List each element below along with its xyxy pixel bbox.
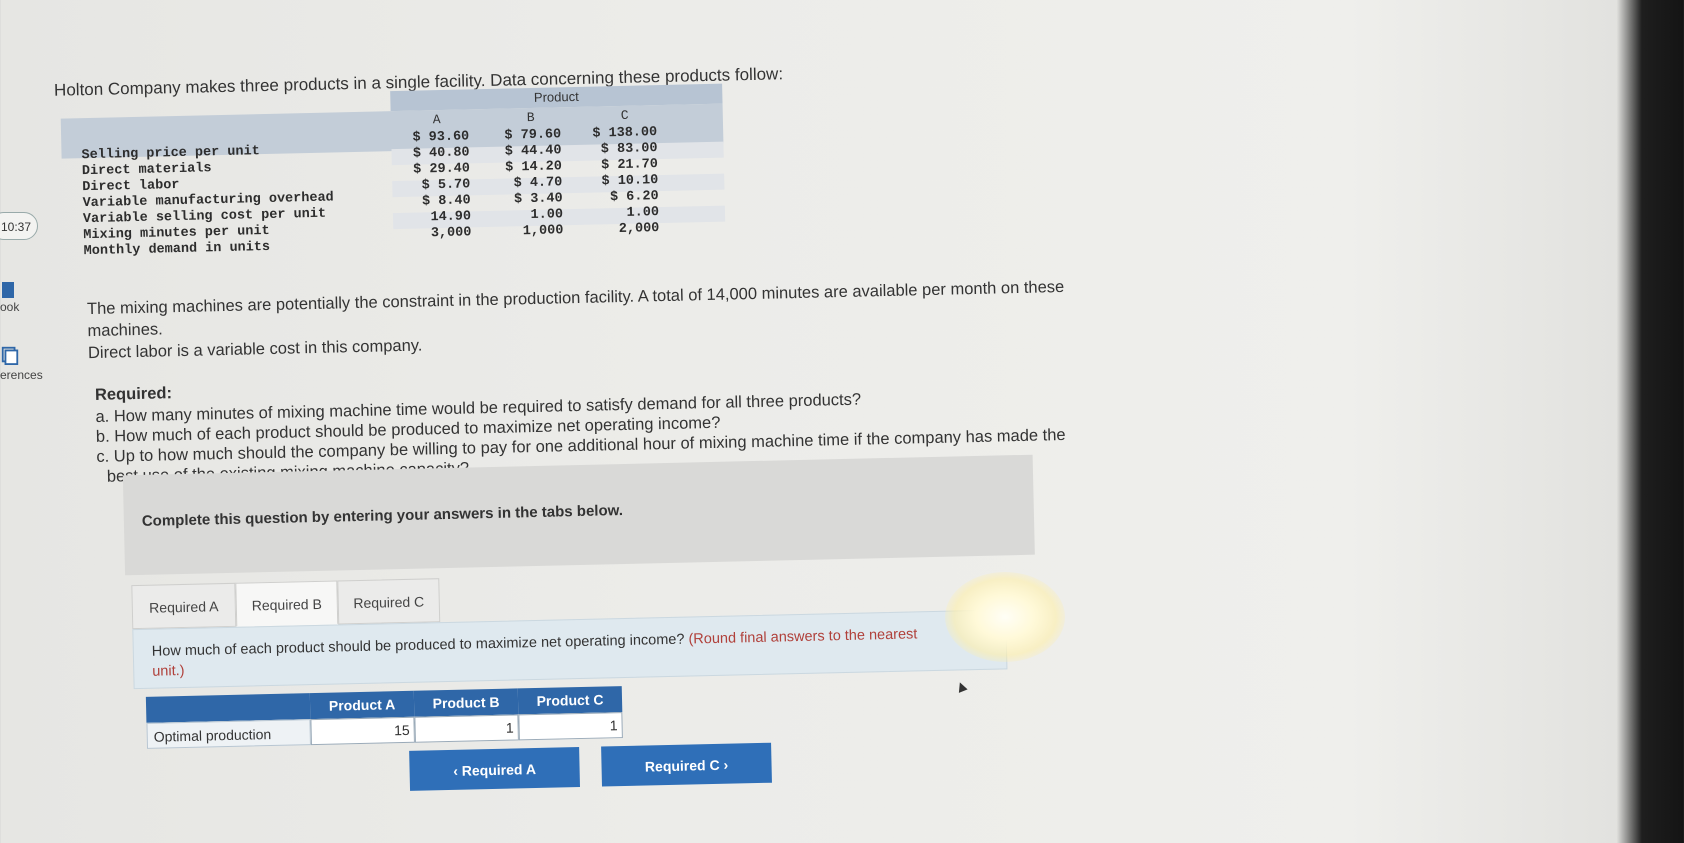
screen-glare	[945, 572, 1065, 662]
product-b-production-input[interactable]	[414, 714, 519, 743]
instructions-panel: Complete this question by entering your …	[122, 454, 1035, 576]
answer-header-product-a: Product A	[309, 690, 415, 720]
cell-monthly-demand-c: 2,000	[618, 221, 660, 238]
product-a-production-input[interactable]	[310, 716, 415, 746]
row-label-direct-labor: Direct labor	[82, 177, 180, 196]
required-title: Required:	[94, 384, 173, 404]
cell-direct-labor-c: $ 21.70	[601, 157, 659, 174]
cell-direct-labor-a: $ 29.40	[413, 161, 471, 178]
prev-required-a-button[interactable]: ‹ Required A	[409, 747, 581, 791]
column-header-b: B	[526, 109, 535, 126]
cell-direct-materials-a: $ 40.80	[412, 145, 470, 162]
question-prompt: How much of each product should be produ…	[151, 631, 685, 660]
product-c-production-input[interactable]	[518, 712, 623, 741]
cell-variable-selling-cost-b: $ 3.40	[513, 191, 563, 208]
answer-header-blank	[145, 693, 311, 723]
cell-variable-mfg-overhead-c: $ 10.10	[601, 173, 659, 190]
row-label-direct-materials: Direct materials	[81, 161, 212, 180]
question-text: How much of each product should be produ…	[152, 623, 993, 682]
cell-selling-price-a: $ 93.60	[412, 129, 470, 146]
optimal-production-label: Optimal production	[146, 719, 311, 749]
cell-direct-materials-b: $ 44.40	[504, 143, 562, 160]
constraint-text: The mixing machines are potentially the …	[86, 277, 1065, 319]
tab-required-a[interactable]: Required A	[131, 582, 237, 630]
rounding-hint-cont: unit.)	[152, 662, 185, 680]
answer-header-product-c: Product C	[517, 686, 623, 715]
cell-direct-materials-c: $ 83.00	[600, 141, 658, 158]
cell-variable-mfg-overhead-a: $ 5.70	[421, 177, 471, 194]
column-header-a: A	[432, 112, 441, 128]
cell-selling-price-b: $ 79.60	[504, 127, 562, 144]
next-required-c-button[interactable]: Required C ›	[601, 742, 772, 787]
cell-variable-mfg-overhead-b: $ 4.70	[513, 175, 563, 192]
tab-required-c[interactable]: Required C	[337, 578, 441, 625]
row-label-selling-price: Selling price per unit	[81, 144, 260, 164]
tab-required-b[interactable]: Required B	[235, 580, 339, 627]
question-content: Holton Company makes three products in a…	[0, 0, 1684, 843]
cell-monthly-demand-b: 1,000	[522, 223, 564, 240]
cell-monthly-demand-a: 3,000	[430, 225, 472, 242]
cell-mixing-minutes-c: 1.00	[626, 205, 660, 221]
rounding-hint: (Round final answers to the nearest	[688, 626, 918, 648]
cell-selling-price-c: $ 138.00	[592, 125, 658, 142]
cell-variable-selling-cost-a: $ 8.40	[421, 193, 471, 210]
cell-direct-labor-b: $ 14.20	[505, 159, 563, 176]
cell-mixing-minutes-a: 14.90	[430, 209, 472, 226]
mouse-cursor-icon: ▲	[951, 676, 973, 698]
instructions-text: Complete this question by entering your …	[141, 502, 624, 530]
direct-labor-note: Direct labor is a variable cost in this …	[87, 336, 423, 363]
row-label-monthly-demand: Monthly demand in units	[83, 239, 271, 260]
answer-header-product-b: Product B	[413, 688, 519, 717]
cell-variable-selling-cost-c: $ 6.20	[609, 189, 659, 206]
constraint-text-cont: machines.	[87, 320, 163, 341]
cell-mixing-minutes-b: 1.00	[530, 207, 564, 224]
column-header-c: C	[620, 107, 629, 123]
